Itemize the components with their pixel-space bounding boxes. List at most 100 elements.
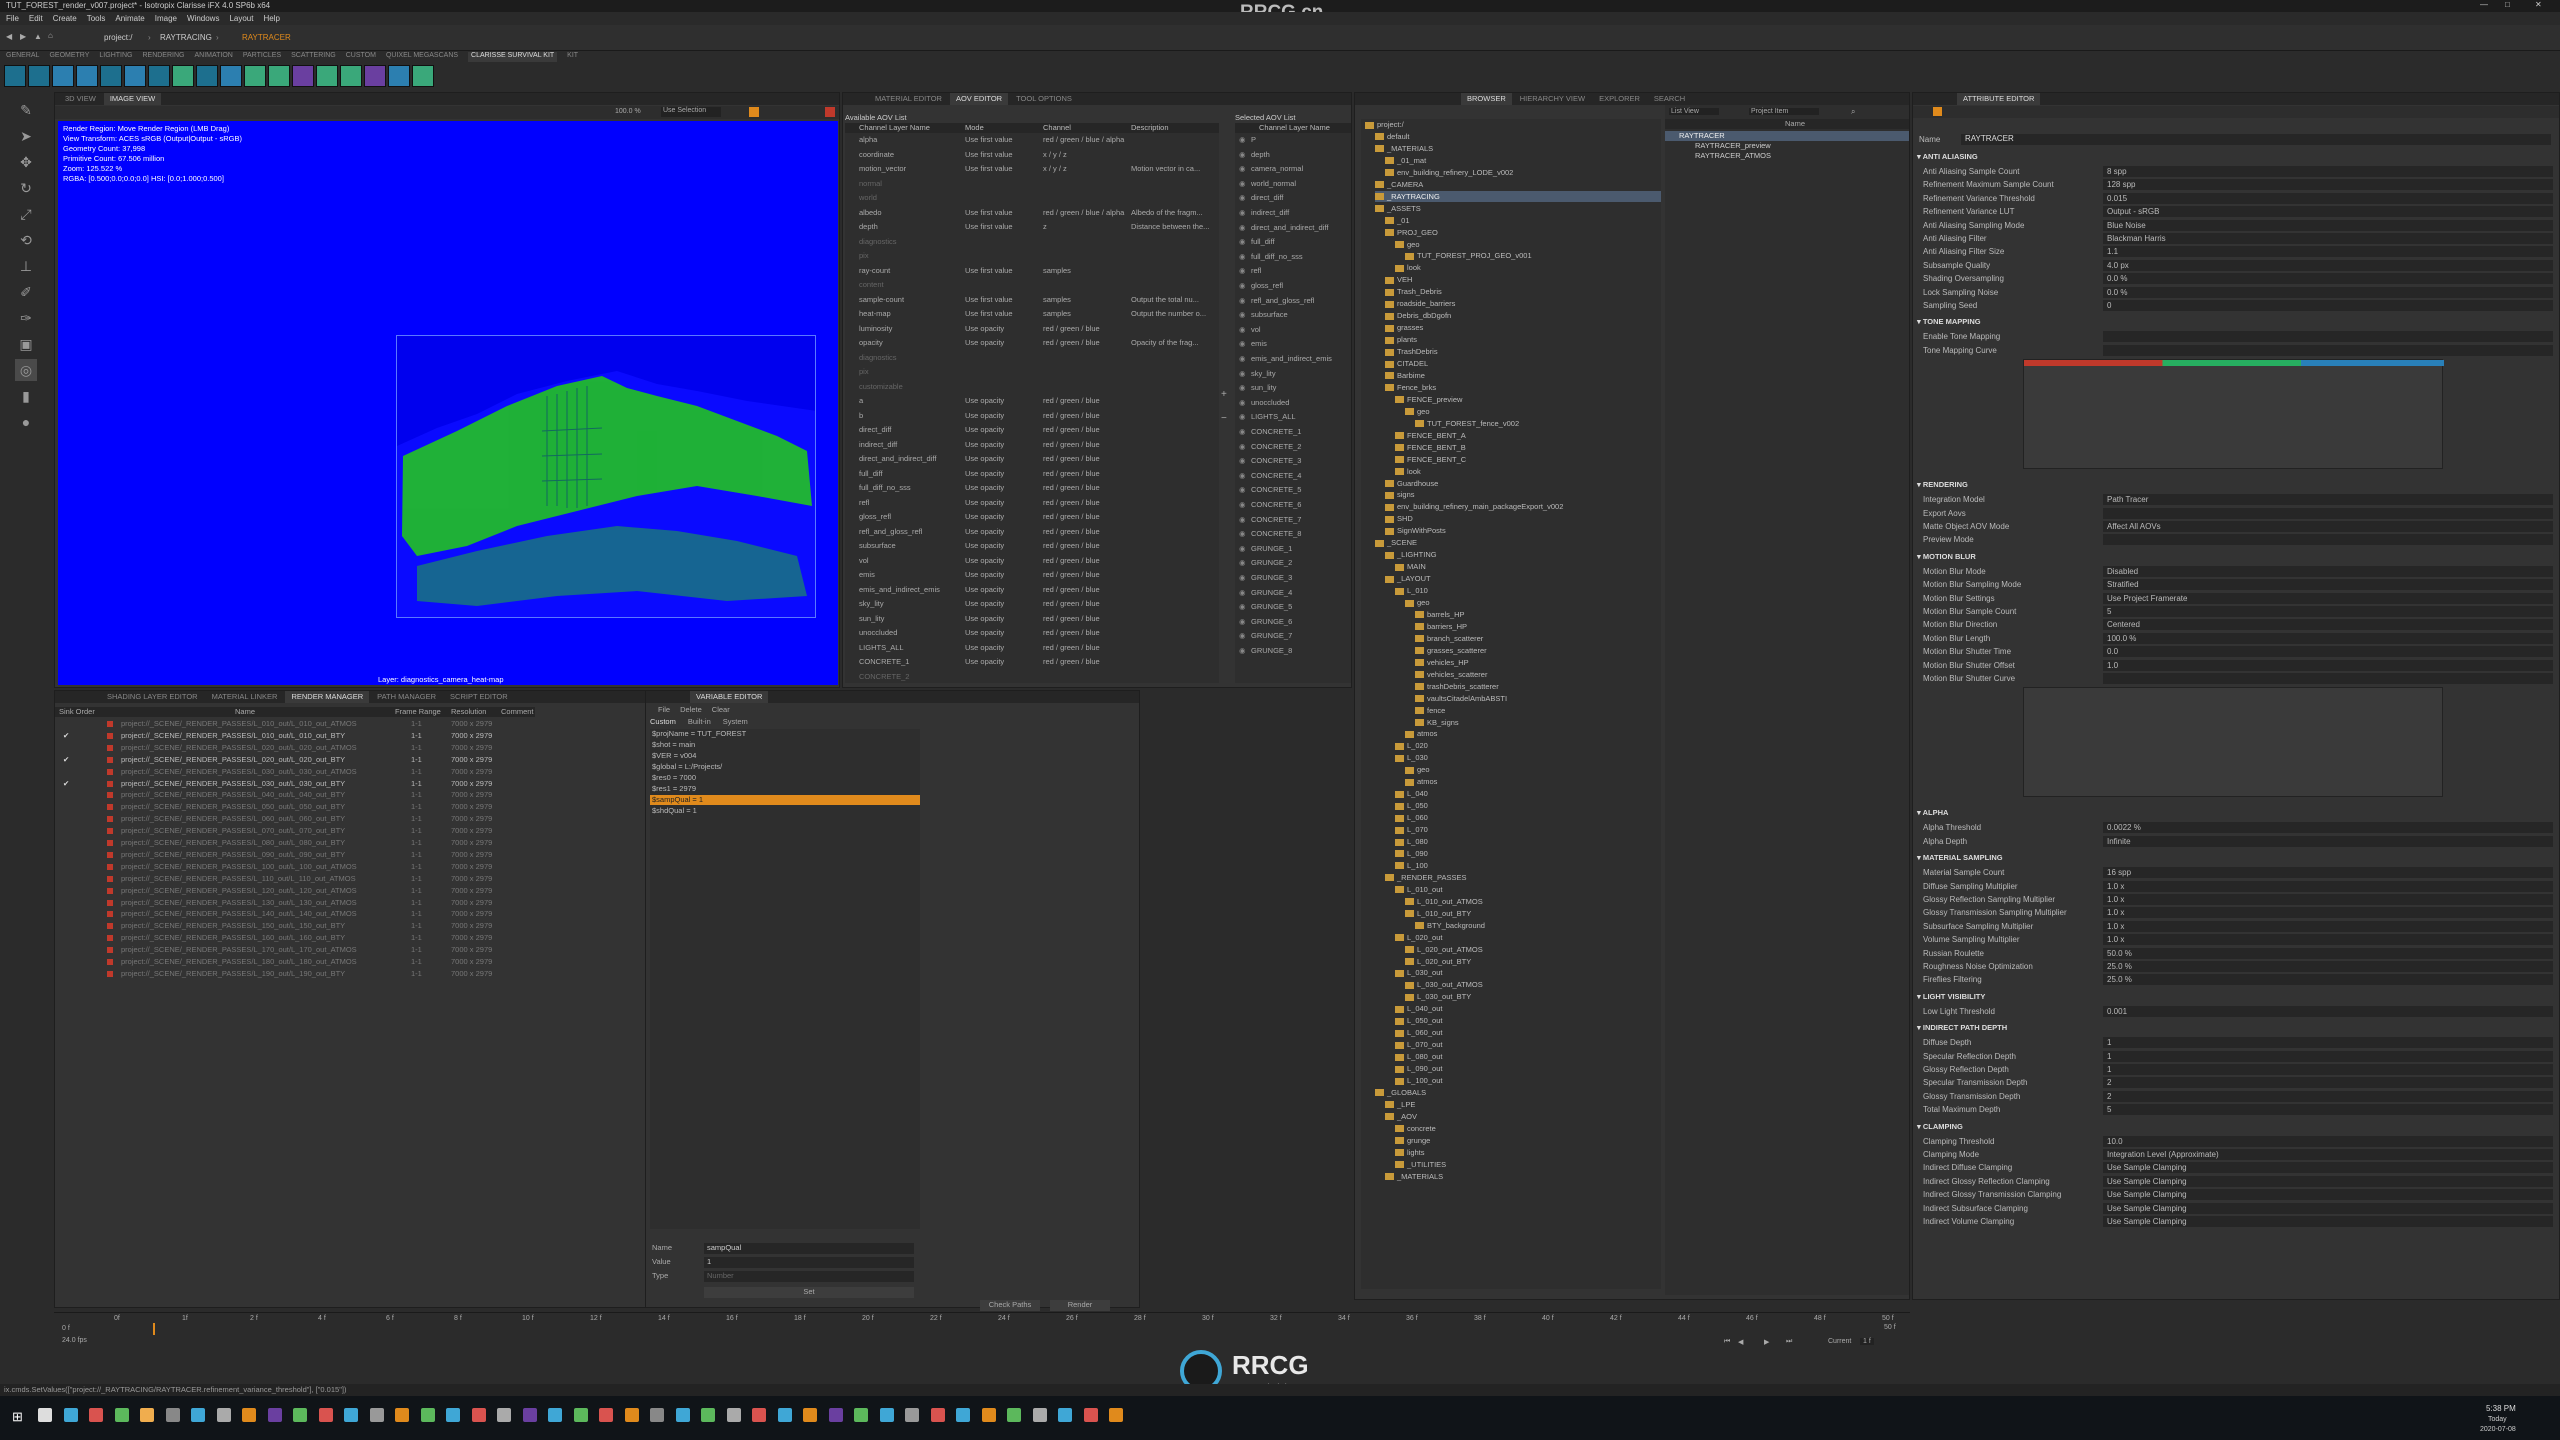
tree-node[interactable]: _GLOBALS — [1375, 1087, 1661, 1098]
aov-row[interactable]: content — [845, 280, 1219, 290]
selected-aov-row[interactable]: ◉ GRUNGE_7 — [1235, 631, 1351, 641]
shelf-tool-button[interactable] — [388, 65, 410, 87]
aov-visibility-icon[interactable]: ◉ — [1239, 631, 1246, 641]
tab-material-linker[interactable]: MATERIAL LINKER — [206, 691, 284, 703]
aov-row[interactable]: motion_vector Use first value x / y / z Mot… — [845, 164, 1219, 174]
taskbar-app-icon[interactable] — [854, 1408, 868, 1422]
prev-frame-icon[interactable]: ◀ — [1738, 1338, 1743, 1346]
listview-sort-dropdown[interactable]: Project Item — [1749, 108, 1819, 115]
camera-tool-icon[interactable]: ◎ — [15, 359, 37, 381]
windows-start-icon[interactable]: ⊞ — [12, 1409, 23, 1425]
shelf-tool-button[interactable] — [340, 65, 362, 87]
attr-value-field[interactable] — [2103, 344, 2553, 356]
shelf-tab-custom[interactable]: CUSTOM — [346, 52, 376, 62]
tree-node[interactable]: L_030_out_BTY — [1405, 991, 1661, 1002]
attr-value-field[interactable]: 0.0022 % — [2103, 822, 2553, 834]
home-icon[interactable]: ⌂ — [48, 31, 53, 40]
aov-row[interactable]: emis_and_indirect_emis Use opacity red / g… — [845, 585, 1219, 595]
shelf-tool-button[interactable] — [220, 65, 242, 87]
variable-field-input[interactable]: 1 — [704, 1257, 914, 1268]
attr-section-header[interactable]: ▾ MATERIAL SAMPLING — [1917, 852, 2557, 864]
tree-node[interactable]: _01_mat — [1385, 155, 1661, 166]
aov-visibility-icon[interactable]: ◉ — [1239, 135, 1246, 145]
shelf-tool-button[interactable] — [412, 65, 434, 87]
scale-icon[interactable]: ⤢ — [15, 203, 37, 225]
aov-visibility-icon[interactable]: ◉ — [1239, 208, 1246, 218]
tree-node[interactable]: fence — [1415, 705, 1661, 716]
listview-item[interactable]: RAYTRACER — [1665, 131, 1909, 141]
aov-row[interactable]: normal — [845, 179, 1219, 189]
tree-node[interactable]: L_100 — [1395, 860, 1661, 871]
aov-visibility-icon[interactable]: ◉ — [1239, 296, 1246, 306]
aov-visibility-icon[interactable]: ◉ — [1239, 602, 1246, 612]
tree-node[interactable]: _ASSETS — [1375, 203, 1661, 214]
attr-value-field[interactable]: Integration Level (Approximate) — [2103, 1149, 2553, 1160]
aov-visibility-icon[interactable]: ◉ — [1239, 456, 1246, 466]
tree-node[interactable]: L_020_out_BTY — [1405, 956, 1661, 967]
tab-variable-editor[interactable]: VARIABLE EDITOR — [690, 691, 769, 703]
tree-node[interactable]: env_building_refinery_main_packageExport… — [1385, 501, 1661, 512]
aov-row[interactable]: CONCRETE_2 — [845, 672, 1219, 682]
aov-visibility-icon[interactable]: ◉ — [1239, 398, 1246, 408]
tree-node[interactable]: L_100_out — [1395, 1075, 1661, 1086]
taskbar-app-icon[interactable] — [650, 1408, 664, 1422]
listview-search-icon[interactable]: ⌕ — [1851, 107, 1855, 117]
attr-value-field[interactable]: 1.0 — [2103, 659, 2553, 671]
taskbar-app-icon[interactable] — [293, 1408, 307, 1422]
tree-node[interactable]: L_020_out_ATMOS — [1405, 944, 1661, 955]
render-job-row[interactable]: project://_SCENE/_RENDER_PASSES/L_080_ou… — [55, 838, 535, 848]
attr-value-field[interactable]: 128 spp — [2103, 179, 2553, 191]
shelf-tool-button[interactable] — [148, 65, 170, 87]
tree-node[interactable]: grasses — [1385, 322, 1661, 333]
attr-value-field[interactable] — [2103, 534, 2553, 546]
tree-node[interactable]: SHD — [1385, 513, 1661, 524]
tab-attribute-editor[interactable]: ATTRIBUTE EDITOR — [1957, 93, 2041, 105]
attr-section-header[interactable]: ▾ RENDERING — [1917, 479, 2557, 491]
attr-value-field[interactable]: 1.0 x — [2103, 934, 2553, 946]
zoom-readout[interactable]: 100.0 % — [615, 108, 641, 115]
aov-row[interactable]: direct_and_indirect_diff Use opacity red /… — [845, 454, 1219, 464]
variable-row[interactable]: $shdQual = 1 — [650, 806, 920, 816]
taskbar-app-icon[interactable] — [675, 1408, 690, 1422]
selected-aov-row[interactable]: ◉ sun_lity — [1235, 383, 1351, 393]
shelf-tool-button[interactable] — [52, 65, 74, 87]
pick-icon[interactable]: ✎ — [15, 99, 37, 121]
selected-aov-row[interactable]: ◉ unoccluded — [1235, 398, 1351, 408]
attr-value-field[interactable]: 4.0 px — [2103, 259, 2553, 271]
timeline-end[interactable]: 50 f — [1884, 1324, 1896, 1331]
menu-windows[interactable]: Windows — [187, 12, 219, 25]
attr-value-field[interactable] — [2103, 673, 2553, 684]
attr-value-field[interactable]: 100.0 % — [2103, 632, 2553, 644]
current-frame-field[interactable]: 1 f — [1860, 1338, 1874, 1345]
tree-node[interactable]: _LIGHTING — [1385, 549, 1661, 560]
shelf-tool-button[interactable] — [268, 65, 290, 87]
timeline-start[interactable]: 0 f — [62, 1325, 70, 1332]
timeline-playhead[interactable] — [153, 1323, 155, 1335]
path-item[interactable]: RAYTRACER — [242, 33, 291, 42]
aov-row[interactable]: sky_lity Use opacity red / green / blue — [845, 599, 1219, 609]
tree-node[interactable]: atmos — [1405, 776, 1661, 787]
variable-set-button[interactable]: Set — [704, 1287, 914, 1298]
tree-node[interactable]: L_020 — [1395, 740, 1661, 751]
aov-visibility-icon[interactable]: ◉ — [1239, 442, 1246, 452]
tree-node[interactable]: _01 — [1385, 215, 1661, 226]
render-job-row[interactable]: project://_SCENE/_RENDER_PASSES/L_090_ou… — [55, 850, 535, 860]
tree-node[interactable]: vehicles_scatterer — [1415, 669, 1661, 680]
aov-visibility-icon[interactable]: ◉ — [1239, 150, 1246, 160]
col-mode[interactable]: Mode — [965, 123, 984, 133]
attr-value-field[interactable]: 2 — [2103, 1077, 2553, 1089]
tree-node[interactable]: branch_scatterer — [1415, 633, 1661, 644]
shelf-tab-kit[interactable]: KIT — [567, 52, 578, 62]
aov-row[interactable]: emis Use opacity red / green / blue — [845, 570, 1219, 580]
tree-node[interactable]: L_090_out — [1395, 1063, 1661, 1074]
tree-node[interactable]: look — [1395, 262, 1661, 273]
attr-value-field[interactable]: 0.0 — [2103, 646, 2553, 658]
taskbar-app-icon[interactable] — [497, 1408, 511, 1422]
taskbar-app-icon[interactable] — [828, 1408, 843, 1422]
tree-node[interactable]: _LPE — [1385, 1099, 1661, 1110]
tree-node[interactable]: env_building_refinery_LODE_v002 — [1385, 167, 1661, 178]
selected-aov-row[interactable]: ◉ indirect_diff — [1235, 208, 1351, 218]
attr-value-field[interactable]: Infinite — [2103, 835, 2553, 847]
taskbar-app-icon[interactable] — [344, 1408, 358, 1422]
taskbar-app-icon[interactable] — [879, 1408, 894, 1422]
